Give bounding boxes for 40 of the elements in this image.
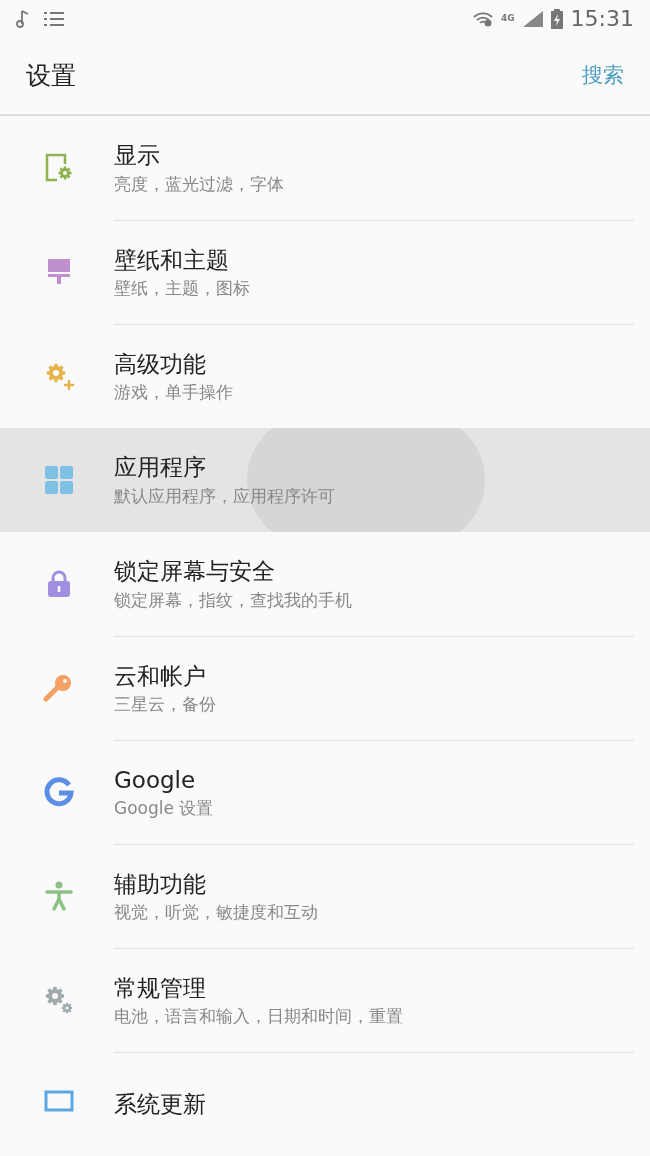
item-subtitle: 电池，语言和输入，日期和时间，重置 [114,1006,404,1028]
item-subtitle: 默认应用程序，应用程序许可 [114,485,336,507]
item-subtitle: 游戏，单手操作 [114,382,234,404]
item-subtitle: 视觉，听觉，敏捷度和互动 [114,902,319,924]
list-icon [44,10,64,27]
item-title: 高级功能 [114,349,207,379]
item-title: 显示 [114,141,161,170]
wifi-icon [472,10,493,27]
grid-icon [43,464,75,496]
item-title: 锁定屏幕与安全 [114,557,276,586]
item-subtitle: 壁纸，主题，图标 [114,278,251,300]
item-subtitle: 亮度，蓝光过滤，字体 [114,173,285,195]
clock-time: 15:31 [570,5,634,34]
item-title: 云和帐户 [114,661,207,691]
item-subtitle: 锁定屏幕，指纹，查找我的手机 [114,589,353,611]
settings-item[interactable]: 云和帐户 三星云，备份 [0,636,650,740]
item-title: Google [114,765,197,795]
item-title: 辅助功能 [114,869,207,899]
settings-item[interactable]: 系统更新 [0,1052,650,1156]
settings-item[interactable]: 辅助功能 视觉，听觉，敏捷度和互动 [0,844,650,948]
person-icon [43,880,75,912]
settings-item[interactable]: 应用程序 默认应用程序，应用程序许可 [0,428,650,532]
network-type: 4G [500,14,515,24]
settings-item[interactable]: 常规管理 电池，语言和输入，日期和时间，重置 [0,948,650,1052]
settings-item[interactable]: 锁定屏幕与安全 锁定屏幕，指纹，查找我的手机 [0,532,650,636]
battery-icon [550,8,563,29]
g-letter-icon [43,776,75,808]
tablet-gear-icon [43,152,75,184]
signal-icon [522,10,543,27]
settings-item[interactable]: Google Google 设置 [0,740,650,844]
gears-icon [43,984,75,1016]
item-title: 常规管理 [114,973,207,1003]
item-title: 系统更新 [114,1090,207,1119]
settings-item[interactable]: 显示 亮度，蓝光过滤，字体 [0,116,650,220]
page-title: 设置 [26,59,76,92]
item-subtitle: 三星云，备份 [114,694,217,716]
settings-item[interactable]: 壁纸和主题 壁纸，主题，图标 [0,220,650,324]
item-subtitle: Google 设置 [114,798,215,820]
item-title: 应用程序 [114,453,207,482]
item-title: 壁纸和主题 [114,245,230,275]
